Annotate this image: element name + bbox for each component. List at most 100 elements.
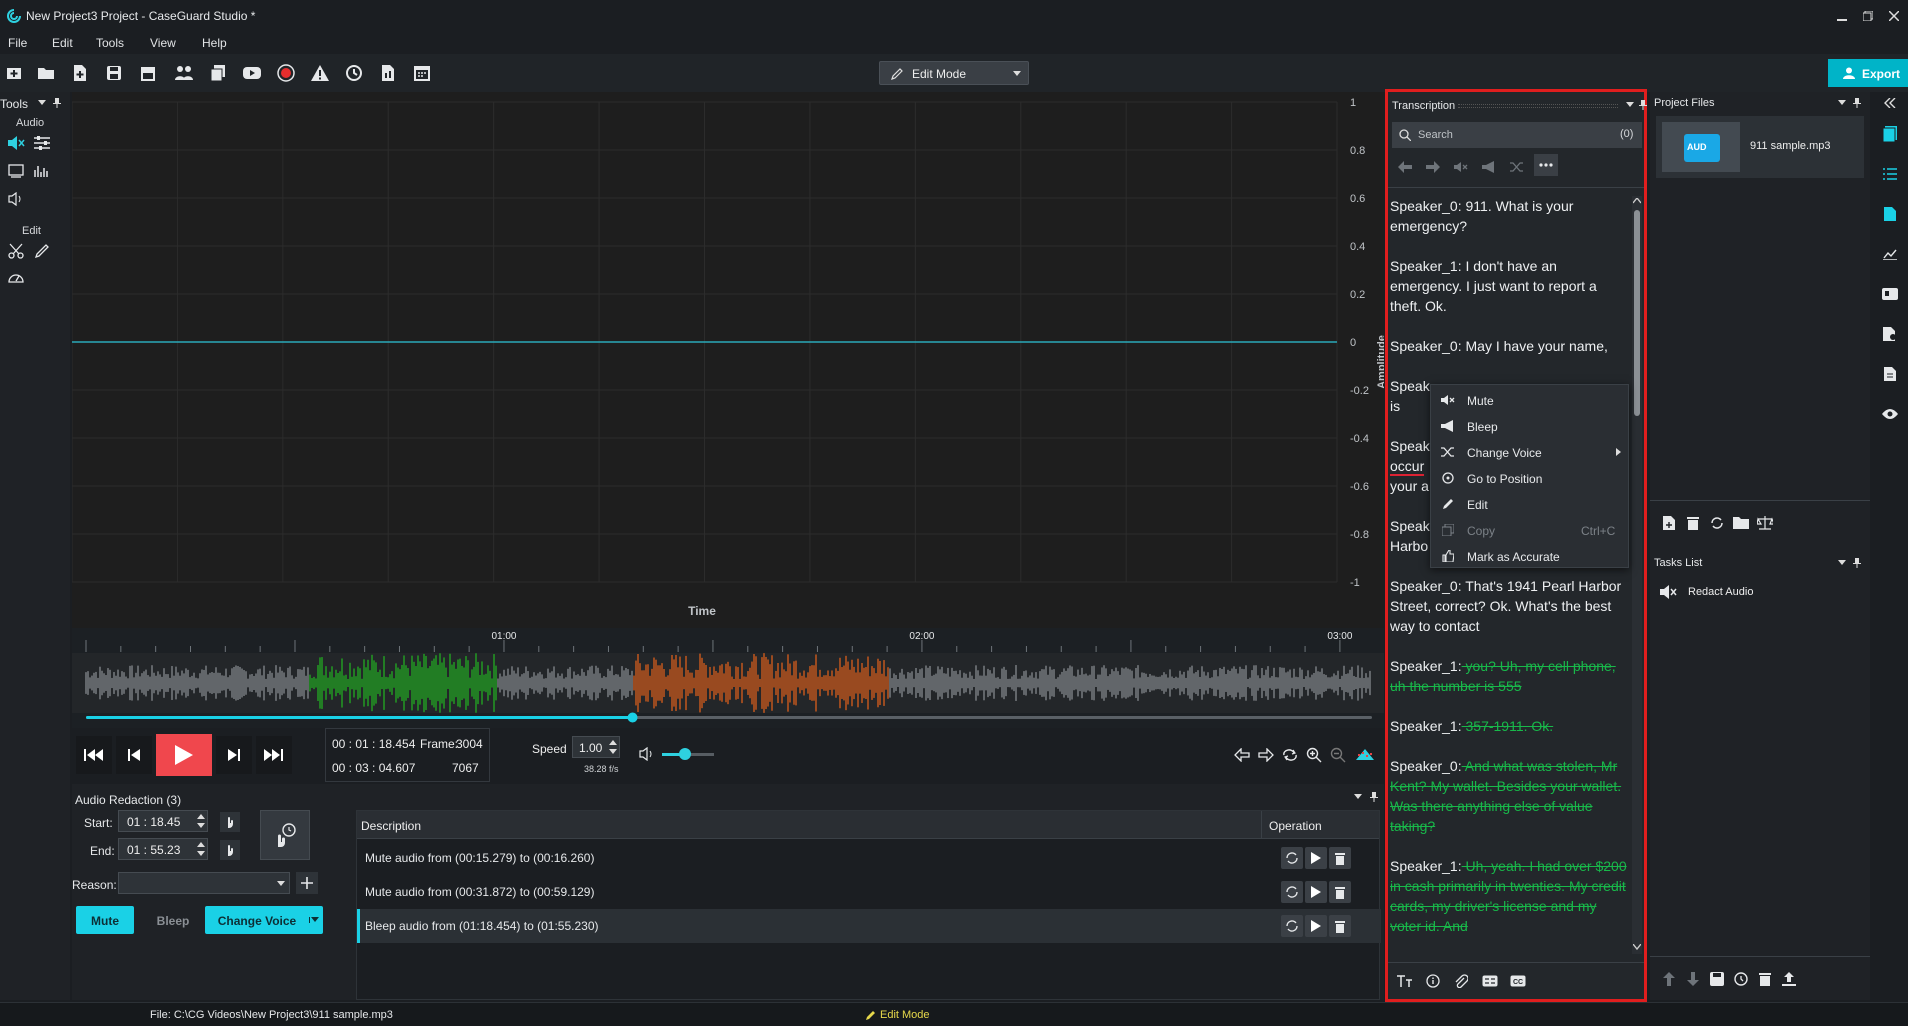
bleep-button[interactable]: Bleep: [140, 906, 206, 934]
ctx-edit[interactable]: Edit: [1431, 491, 1628, 517]
refresh-icon[interactable]: [1281, 847, 1303, 869]
collapse-icon[interactable]: [1882, 96, 1898, 110]
skip-end-icon[interactable]: [256, 736, 292, 774]
transcribe-icon[interactable]: [6, 162, 26, 180]
list-icon[interactable]: [1880, 164, 1900, 184]
refresh-icon[interactable]: [1281, 915, 1303, 937]
warning-icon[interactable]: [308, 62, 332, 84]
menu-view[interactable]: View: [150, 36, 176, 50]
record-icon[interactable]: [274, 62, 298, 84]
pick-range-clock-icon[interactable]: [260, 810, 310, 860]
step-back-icon[interactable]: [116, 736, 152, 774]
media-panel-icon[interactable]: [1880, 124, 1900, 144]
chevron-down-icon[interactable]: [38, 100, 46, 106]
play-icon[interactable]: [1305, 881, 1327, 903]
chart-icon[interactable]: [1880, 244, 1900, 264]
shuffle-icon[interactable]: [1506, 156, 1528, 178]
restore-icon[interactable]: [1860, 8, 1876, 24]
file-item[interactable]: AUD 911 sample.mp3: [1656, 116, 1864, 178]
loop-icon[interactable]: [1281, 746, 1299, 764]
search-box[interactable]: Search (0): [1392, 122, 1642, 148]
chevron-down-icon[interactable]: [1626, 102, 1634, 108]
transcript-paragraph[interactable]: Speaker_0: And what was stolen, Mr Kent?…: [1390, 756, 1630, 836]
copy-files-icon[interactable]: [206, 62, 230, 84]
chevron-down-icon[interactable]: [1354, 794, 1362, 800]
menu-help[interactable]: Help: [202, 36, 227, 50]
open-folder-icon[interactable]: [1732, 514, 1750, 532]
people-detect-icon[interactable]: [172, 62, 196, 84]
menu-tools[interactable]: Tools: [96, 36, 124, 50]
stepper-icon[interactable]: [197, 813, 205, 829]
report-icon[interactable]: [376, 62, 400, 84]
more-icon[interactable]: [1534, 154, 1558, 176]
play-icon[interactable]: [156, 734, 212, 776]
volume-knob[interactable]: [679, 748, 692, 760]
add-file-icon[interactable]: [68, 62, 92, 84]
trash-icon[interactable]: [1329, 881, 1351, 903]
video-icon[interactable]: [240, 62, 264, 84]
chevron-down-icon[interactable]: [1838, 100, 1846, 106]
chevron-down-icon[interactable]: [309, 917, 319, 923]
table-row[interactable]: Mute audio from (00:15.279) to (00:16.26…: [357, 841, 1381, 875]
pin-icon[interactable]: [1369, 792, 1379, 802]
waveform-view-icon[interactable]: [1353, 744, 1377, 766]
audio-redact-icon[interactable]: [6, 134, 26, 152]
chevron-down-icon[interactable]: [1838, 560, 1846, 566]
scissors-icon[interactable]: [6, 242, 26, 260]
ctx-bleep[interactable]: Bleep: [1431, 413, 1628, 439]
arrow-up-icon[interactable]: [1660, 970, 1678, 988]
ctx-change-voice[interactable]: Change Voice: [1431, 439, 1628, 465]
chevron-up-icon[interactable]: [1632, 196, 1642, 206]
pin-icon[interactable]: [52, 98, 62, 108]
pick-end-hand-icon[interactable]: [220, 840, 240, 860]
chevron-down-icon[interactable]: [1632, 942, 1642, 952]
zoom-in-icon[interactable]: [1305, 746, 1323, 764]
megaphone-icon[interactable]: [1478, 156, 1500, 178]
play-icon[interactable]: [1305, 847, 1327, 869]
upload-icon[interactable]: [1780, 970, 1798, 988]
save-icon[interactable]: [1708, 970, 1726, 988]
pin-icon[interactable]: [1852, 558, 1862, 568]
ctx-mark-accurate[interactable]: Mark as Accurate: [1431, 543, 1628, 569]
mute-button[interactable]: Mute: [76, 906, 134, 934]
transcript-paragraph[interactable]: Speaker_1: 357-1911. Ok.: [1390, 716, 1630, 736]
volume-slider[interactable]: [662, 748, 714, 760]
zoom-out-icon[interactable]: [1329, 746, 1347, 764]
eye-icon[interactable]: [1880, 404, 1900, 424]
speaker-icon[interactable]: [638, 746, 656, 762]
speed-input[interactable]: 1.00: [572, 736, 620, 758]
file-user-icon[interactable]: [1880, 324, 1900, 344]
id-card-icon[interactable]: [1880, 284, 1900, 304]
info-icon[interactable]: [1424, 972, 1442, 990]
new-project-icon[interactable]: [2, 62, 26, 84]
scale-icon[interactable]: [1756, 514, 1774, 532]
ctx-copy[interactable]: Copy Ctrl+C: [1431, 517, 1628, 543]
transcript-body[interactable]: Speaker_0: 911. What is your emergency? …: [1390, 196, 1630, 956]
pick-start-hand-icon[interactable]: [220, 812, 240, 832]
arrow-left-icon[interactable]: [1394, 156, 1416, 178]
volume-icon[interactable]: [6, 190, 26, 208]
table-row-selected[interactable]: Bleep audio from (01:18.454) to (01:55.2…: [357, 909, 1381, 943]
arrow-down-icon[interactable]: [1684, 970, 1702, 988]
stepper-icon[interactable]: [197, 841, 205, 857]
arrow-right-icon[interactable]: [1422, 156, 1444, 178]
brush-icon[interactable]: [32, 242, 52, 260]
arrow-left-icon[interactable]: [1233, 746, 1251, 764]
calendar-icon[interactable]: [410, 62, 434, 84]
document-icon[interactable]: [1880, 204, 1900, 224]
speedometer-icon[interactable]: [6, 268, 26, 286]
step-forward-icon[interactable]: [216, 736, 252, 774]
transcript-paragraph[interactable]: Speaker_1: you? Uh, my cell phone, uh th…: [1390, 656, 1630, 696]
reason-dropdown[interactable]: [118, 872, 290, 894]
trash-icon[interactable]: [1756, 970, 1774, 988]
add-file-icon[interactable]: [1660, 514, 1678, 532]
history-icon[interactable]: [342, 62, 366, 84]
play-icon[interactable]: [1305, 915, 1327, 937]
equalizer-icon[interactable]: [32, 134, 52, 152]
save-icon[interactable]: [102, 62, 126, 84]
trash-icon[interactable]: [1684, 514, 1702, 532]
playhead-knob[interactable]: [627, 712, 638, 723]
close-icon[interactable]: [1886, 8, 1902, 24]
menu-file[interactable]: File: [8, 36, 27, 50]
mute-icon[interactable]: [1450, 156, 1472, 178]
